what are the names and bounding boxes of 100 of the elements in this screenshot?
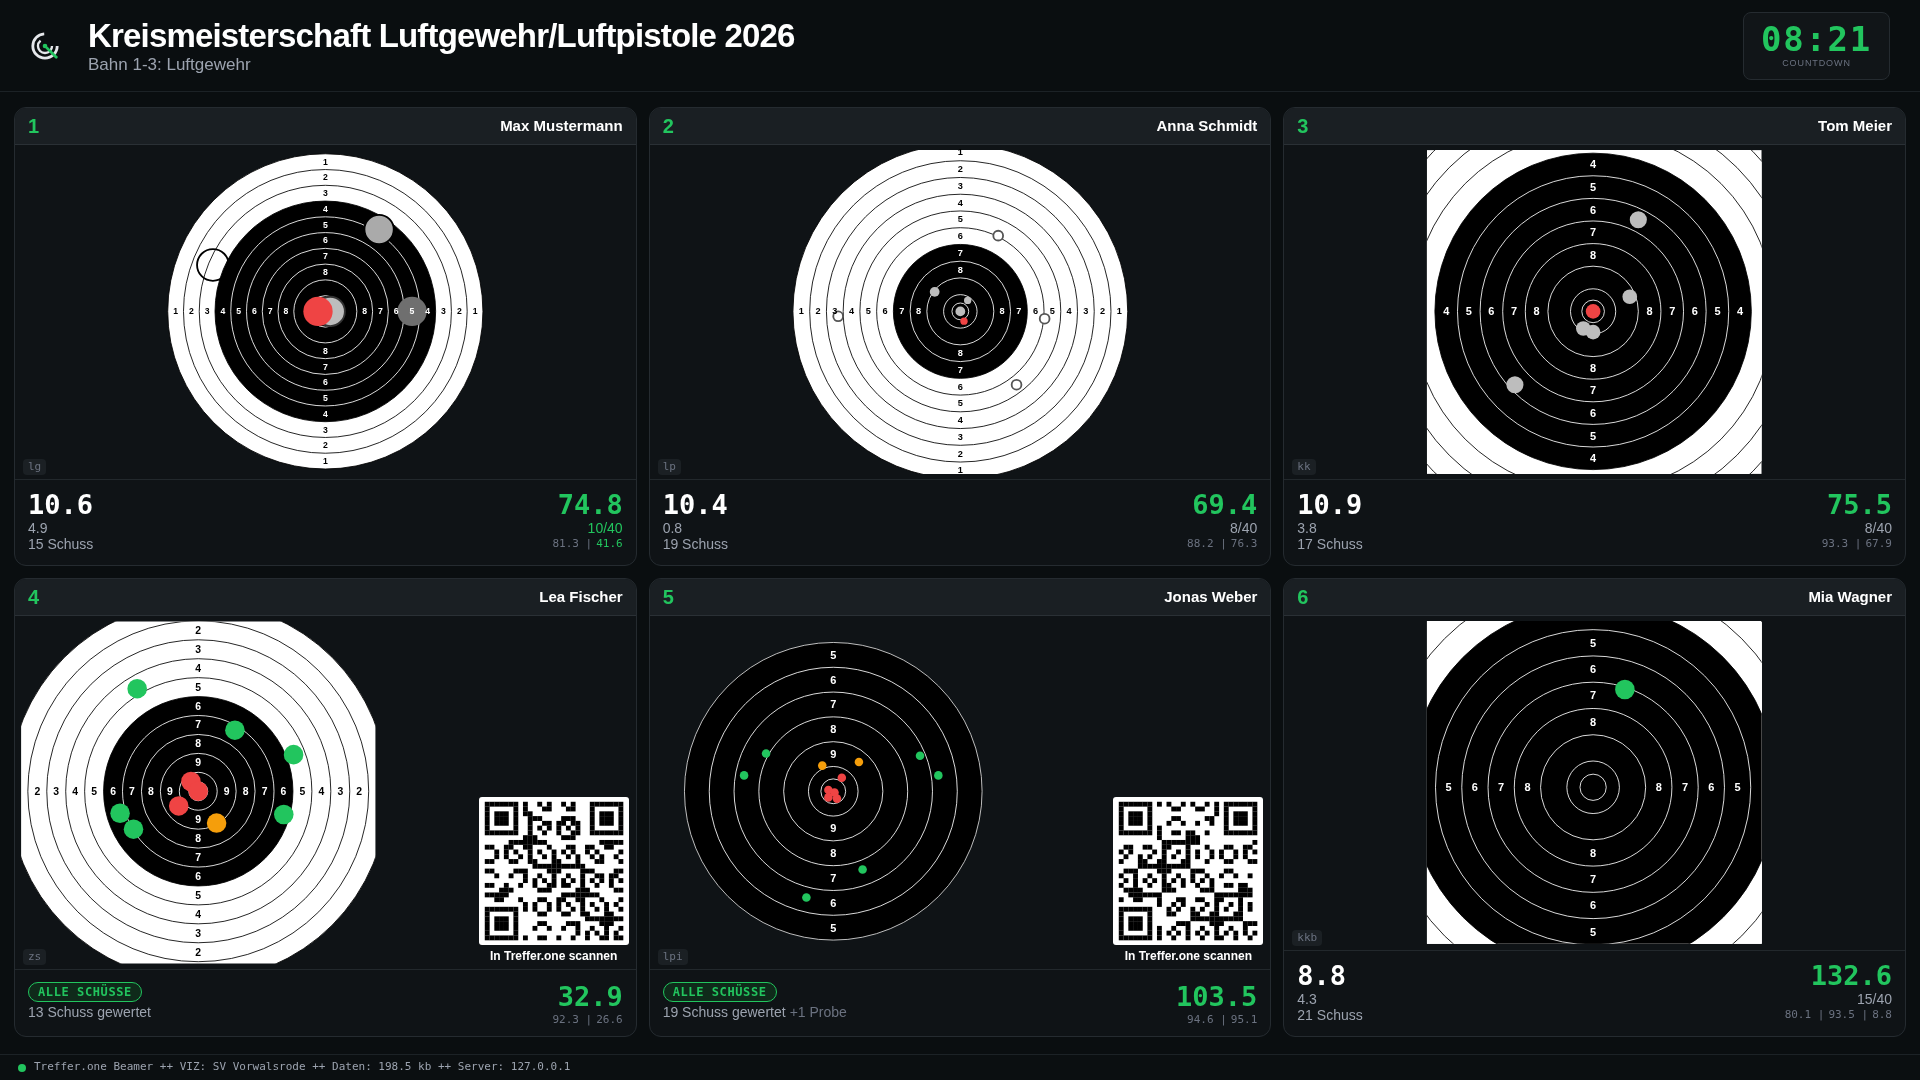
ring-number: 5 bbox=[1734, 781, 1741, 794]
ring-number: 6 bbox=[1590, 663, 1597, 676]
ring-number: 5 bbox=[1590, 925, 1597, 938]
ring-number: 5 bbox=[1714, 305, 1721, 318]
shooter-name: Jonas Weber bbox=[1164, 586, 1258, 607]
series-count: 10/40 bbox=[587, 520, 623, 536]
ring-number: 6 bbox=[957, 231, 963, 242]
ring-number: 5 bbox=[195, 681, 202, 693]
status-text: Treffer.one Beamer ++ VIZ: SV Vorwalsrode ++ Daten: 198.5 kb ++ Server: 127.0.0.1 bbox=[34, 1059, 571, 1076]
ring-number: 9 bbox=[195, 814, 202, 826]
ring-number: 5 bbox=[409, 306, 415, 317]
shot-marker bbox=[1615, 679, 1635, 700]
lane-number: 1 bbox=[28, 114, 40, 139]
ring-number: 5 bbox=[957, 398, 963, 409]
shot-marker bbox=[823, 793, 833, 802]
ring-number: 6 bbox=[195, 700, 202, 712]
ring-number: 3 bbox=[53, 785, 60, 797]
shot-marker bbox=[1622, 289, 1638, 305]
ring-number: 5 bbox=[1445, 781, 1452, 794]
ring-number: 5 bbox=[299, 785, 306, 797]
ring-number: 5 bbox=[1590, 181, 1597, 194]
shot-marker bbox=[123, 819, 144, 839]
discipline-tag: lp bbox=[657, 458, 681, 475]
shot-marker bbox=[168, 796, 189, 816]
ring-number: 3 bbox=[1082, 306, 1089, 317]
ring-number: 4 bbox=[72, 785, 79, 797]
qr-caption: In Treffer.one scannen bbox=[1124, 948, 1252, 965]
last-shot: 8.8 bbox=[1297, 961, 1348, 991]
shot-marker bbox=[832, 310, 844, 323]
shooter-name: Anna Schmidt bbox=[1156, 115, 1258, 136]
shot-marker bbox=[363, 213, 395, 246]
ring-number: 8 bbox=[1590, 361, 1597, 374]
countdown-label: COUNTDOWN bbox=[1782, 56, 1851, 70]
ring-number: 3 bbox=[322, 424, 328, 435]
ring-number: 2 bbox=[195, 946, 202, 958]
ring-number: 8 bbox=[999, 306, 1005, 317]
ring-number: 5 bbox=[957, 214, 963, 225]
ring-number: 6 bbox=[110, 785, 116, 797]
ring-number: 6 bbox=[195, 871, 202, 882]
ring-number: 8 bbox=[322, 345, 328, 356]
shot-count: 13 Schuss gewertet bbox=[28, 1004, 151, 1021]
ring-number: 2 bbox=[356, 785, 363, 797]
total-score: 75.5 bbox=[1826, 490, 1892, 520]
lane-number: 5 bbox=[662, 585, 674, 610]
ring-number: 6 bbox=[1708, 781, 1715, 794]
ring-number: 4 bbox=[1590, 452, 1597, 465]
shot-marker bbox=[283, 744, 304, 765]
ring-number: 6 bbox=[957, 381, 963, 392]
ring-number: 4 bbox=[957, 415, 963, 426]
ring-number: 6 bbox=[1692, 305, 1699, 318]
ring-number: 7 bbox=[195, 719, 202, 731]
ring-number: 2 bbox=[815, 306, 821, 317]
ring-number: 8 bbox=[957, 264, 963, 275]
shot-marker bbox=[801, 893, 811, 902]
shooter-name: Lea Fischer bbox=[539, 586, 623, 607]
series-count: 8/40 bbox=[1864, 520, 1892, 536]
stat-value: 80.1 | bbox=[1784, 1007, 1825, 1023]
ring-number: 8 bbox=[1533, 305, 1540, 318]
ring-number: 3 bbox=[195, 927, 202, 939]
ring-number: 7 bbox=[261, 785, 268, 797]
ring-number: 6 bbox=[1488, 305, 1495, 318]
ring-number: 4 bbox=[318, 785, 325, 797]
ring-number: 6 bbox=[1472, 781, 1479, 794]
shot-marker bbox=[854, 757, 863, 767]
ring-number: 7 bbox=[378, 306, 383, 317]
ring-number: 6 bbox=[322, 235, 328, 246]
ring-number: 3 bbox=[322, 188, 328, 199]
ring-number: 6 bbox=[322, 377, 328, 388]
shot-marker bbox=[955, 306, 965, 317]
shot-count: 19 Schuss bbox=[662, 536, 729, 552]
shooter-name: Mia Wagner bbox=[1808, 586, 1892, 607]
total-score: 74.8 bbox=[557, 490, 623, 520]
ring-number: 8 bbox=[242, 785, 249, 797]
ring-number: 5 bbox=[829, 648, 836, 661]
discipline-tag: kkb bbox=[1292, 929, 1323, 946]
ring-number: 8 bbox=[195, 738, 202, 750]
ring-number: 9 bbox=[166, 785, 173, 797]
ring-number: 2 bbox=[34, 785, 41, 797]
ring-number: 3 bbox=[337, 785, 344, 797]
shot-count: 17 Schuss bbox=[1297, 536, 1363, 552]
total-score: 69.4 bbox=[1192, 490, 1258, 520]
ring-number: 3 bbox=[831, 306, 837, 317]
ring-number: 1 bbox=[322, 156, 328, 167]
ring-number: 4 bbox=[195, 908, 202, 920]
shot-marker bbox=[817, 761, 827, 770]
lane-number: 6 bbox=[1297, 585, 1309, 610]
ring-number: 5 bbox=[195, 889, 202, 901]
ring-number: 6 bbox=[393, 306, 399, 317]
ring-number: 6 bbox=[882, 306, 888, 317]
ring-number: 2 bbox=[957, 164, 963, 175]
ring-number: 2 bbox=[322, 172, 328, 183]
last-shot-detail: 4.9 bbox=[28, 520, 49, 536]
ring-number: 6 bbox=[1590, 407, 1597, 420]
ring-number: 8 bbox=[283, 306, 289, 317]
ring-number: 8 bbox=[362, 306, 368, 317]
ring-number: 4 bbox=[322, 408, 328, 419]
ring-number: 2 bbox=[1099, 306, 1105, 317]
ring-number: 4 bbox=[1443, 305, 1450, 318]
series-count: 8/40 bbox=[1230, 520, 1258, 536]
last-shot-detail: 0.8 bbox=[662, 520, 684, 536]
